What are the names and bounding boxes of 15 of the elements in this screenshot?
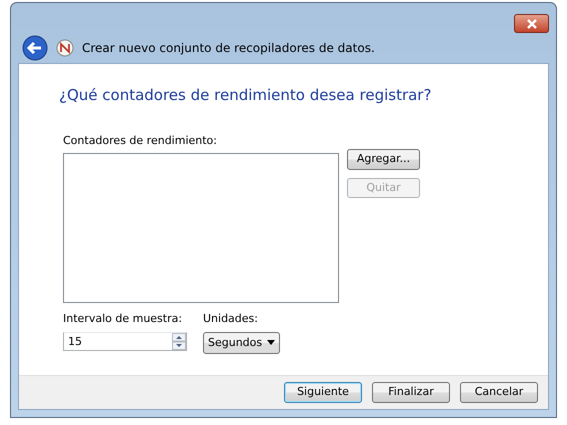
back-button[interactable]: [22, 35, 48, 61]
field-label: Intervalo de muestra:: [63, 311, 184, 327]
close-icon: [526, 18, 538, 28]
window-title: Crear nuevo conjunto de recopiladores de datos.: [82, 40, 375, 57]
finish-button[interactable]: Finalizar: [372, 382, 450, 403]
field-label: Contadores de rendimiento:: [63, 134, 217, 146]
cancel-button[interactable]: Cancelar: [460, 382, 538, 403]
counters-list[interactable]: [63, 153, 339, 303]
units-dropdown[interactable]: Segundos: [203, 332, 280, 354]
page-heading: ¿Qué contadores de rendimiento desea registrar?: [59, 85, 432, 106]
caret-icon: [267, 340, 276, 346]
add-button[interactable]: Agregar...: [347, 149, 420, 170]
field-label: Unidades:: [203, 311, 259, 327]
next-button[interactable]: Siguiente: [284, 382, 362, 403]
close-button[interactable]: [514, 14, 549, 33]
